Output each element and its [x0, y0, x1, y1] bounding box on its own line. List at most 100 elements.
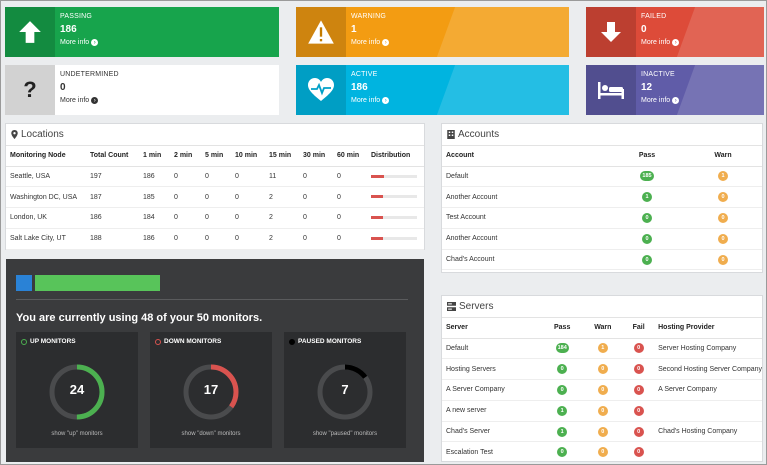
warn-cell: 0: [684, 207, 762, 229]
count-badge: 0: [597, 384, 608, 395]
table-row[interactable]: Default 185 1: [442, 166, 762, 188]
table-row[interactable]: London, UK 186 184 0 0 0 2 0 0: [6, 207, 424, 229]
tile-inactive[interactable]: INACTIVE 12 More info ›: [586, 65, 764, 115]
distribution-cell: [367, 228, 424, 250]
account-name[interactable]: Chad's Account: [442, 249, 610, 271]
server-name[interactable]: Hosting Servers: [442, 358, 542, 381]
col-header[interactable]: Total Count: [86, 146, 139, 167]
table-row[interactable]: Default 184 1 0 Server Hosting Company: [442, 338, 762, 360]
table-cell: 186: [139, 228, 170, 250]
card-label: PAUSED MONITORS: [298, 338, 362, 345]
table-row[interactable]: Chad's Server 1 0 0 Chad's Hosting Company: [442, 421, 762, 443]
more-info-link[interactable]: More info ›: [641, 97, 680, 104]
show-paused-link[interactable]: show "paused" monitors: [284, 431, 406, 437]
col-header[interactable]: Hosting Provider: [654, 318, 762, 339]
col-header[interactable]: Account: [442, 146, 610, 167]
down-count: 17: [203, 382, 219, 397]
servers-table: Server Pass Warn Fail Hosting Provider D…: [442, 318, 762, 461]
hosting-provider: Server Hosting Company: [654, 338, 762, 360]
table-row[interactable]: Another Account 1 0: [442, 186, 762, 209]
warn-cell: 0: [684, 186, 762, 209]
more-info-link[interactable]: More info ›: [641, 39, 680, 46]
col-header[interactable]: Distribution: [367, 146, 424, 167]
locations-table: Monitoring Node Total Count 1 min 2 min …: [6, 146, 424, 250]
table-row[interactable]: A new server 1 0 0: [442, 400, 762, 422]
more-info-link[interactable]: More info ›: [351, 97, 390, 104]
col-header[interactable]: 30 min: [299, 146, 333, 167]
server-name[interactable]: Escalation Test: [442, 441, 542, 461]
tile-failed[interactable]: FAILED 0 More info ›: [586, 7, 764, 57]
table-cell: 2: [265, 207, 299, 229]
up-monitors-card[interactable]: UP MONITORS 24 show "up" monitors: [16, 332, 138, 448]
col-header[interactable]: Pass: [541, 318, 583, 339]
accounts-table: Account Pass Warn Default 185 1 Another Acc…: [442, 146, 762, 271]
table-row[interactable]: Seattle, USA 197 186 0 0 0 11 0 0: [6, 166, 424, 188]
col-header[interactable]: 1 min: [139, 146, 170, 167]
pass-cell: 184: [541, 338, 583, 360]
col-header[interactable]: 10 min: [231, 146, 265, 167]
col-header[interactable]: Server: [442, 318, 542, 339]
warn-cell: 0: [582, 400, 624, 422]
col-header[interactable]: 5 min: [201, 146, 231, 167]
table-row[interactable]: A Server Company 0 0 0 A Server Company: [442, 379, 762, 401]
warn-cell: 1: [582, 338, 624, 360]
table-row[interactable]: Escalation Test 0 0 0: [442, 441, 762, 461]
tile-warning[interactable]: WARNING 1 More info ›: [296, 7, 569, 57]
show-down-link[interactable]: show "down" monitors: [150, 431, 272, 437]
tile-undetermined[interactable]: ? UNDETERMINED 0 More info ›: [5, 65, 279, 115]
table-row[interactable]: Salt Lake City, UT 188 186 0 0 0 2 0 0: [6, 228, 424, 250]
server-name[interactable]: Default: [442, 338, 542, 360]
hosting-provider: Second Hosting Server Company: [654, 358, 762, 381]
account-name[interactable]: Test Account: [442, 207, 610, 229]
more-info-link[interactable]: More info ›: [60, 97, 99, 104]
account-name[interactable]: Another Account: [442, 186, 610, 209]
pass-cell: 1: [610, 186, 684, 209]
building-icon: [447, 130, 455, 139]
table-row[interactable]: Test Account 0 0: [442, 207, 762, 229]
down-monitors-card[interactable]: DOWN MONITORS 17 show "down" monitors: [150, 332, 272, 448]
tile-passing[interactable]: PASSING 186 More info ›: [5, 7, 279, 57]
account-name[interactable]: Another Account: [442, 228, 610, 250]
show-up-link[interactable]: show "up" monitors: [16, 431, 138, 437]
table-row[interactable]: Hosting Servers 0 0 0 Second Hosting Server …: [442, 358, 762, 381]
table-cell: 0: [333, 166, 367, 188]
table-row[interactable]: Washington DC, USA 187 185 0 0 0 2 0 0: [6, 186, 424, 209]
table-cell: 185: [139, 186, 170, 209]
server-name[interactable]: A new server: [442, 400, 542, 422]
col-header[interactable]: 2 min: [170, 146, 201, 167]
tile-label: UNDETERMINED: [60, 71, 119, 78]
table-cell: 0: [170, 186, 201, 209]
heartbeat-icon: [296, 65, 346, 115]
more-info-link[interactable]: More info ›: [351, 39, 390, 46]
col-header[interactable]: Monitoring Node: [6, 146, 86, 167]
table-row[interactable]: Another Account 0 0: [442, 228, 762, 250]
count-badge: 0: [597, 426, 608, 437]
arrow-down-icon: [586, 7, 636, 57]
server-name[interactable]: Chad's Server: [442, 421, 542, 443]
server-name[interactable]: A Server Company: [442, 379, 542, 401]
count-badge: 184: [555, 343, 569, 354]
fail-cell: 0: [623, 379, 655, 401]
warn-cell: 0: [582, 441, 624, 461]
pass-cell: 0: [610, 228, 684, 250]
arrow-right-icon: ›: [91, 97, 99, 104]
distribution-fill: [371, 174, 384, 178]
more-info-link[interactable]: More info ›: [60, 39, 99, 46]
col-header[interactable]: Warn: [684, 146, 762, 167]
col-header[interactable]: 60 min: [333, 146, 367, 167]
table-cell: 0: [299, 166, 333, 188]
col-header[interactable]: Warn: [582, 318, 624, 339]
count-badge: 0: [597, 364, 608, 375]
col-header[interactable]: Pass: [610, 146, 684, 167]
col-header[interactable]: 15 min: [265, 146, 299, 167]
count-badge: 0: [718, 192, 728, 203]
distribution-fill: [371, 195, 383, 199]
table-cell: 0: [333, 207, 367, 229]
paused-monitors-card[interactable]: PAUSED MONITORS 7 show "paused" monitors: [284, 332, 406, 448]
table-cell: Seattle, USA: [6, 166, 86, 188]
col-header[interactable]: Fail: [623, 318, 655, 339]
account-name[interactable]: Default: [442, 166, 610, 188]
usage-square: [16, 275, 32, 291]
table-row[interactable]: Chad's Account 0 0: [442, 249, 762, 271]
tile-active[interactable]: ACTIVE 186 More info ›: [296, 65, 569, 115]
